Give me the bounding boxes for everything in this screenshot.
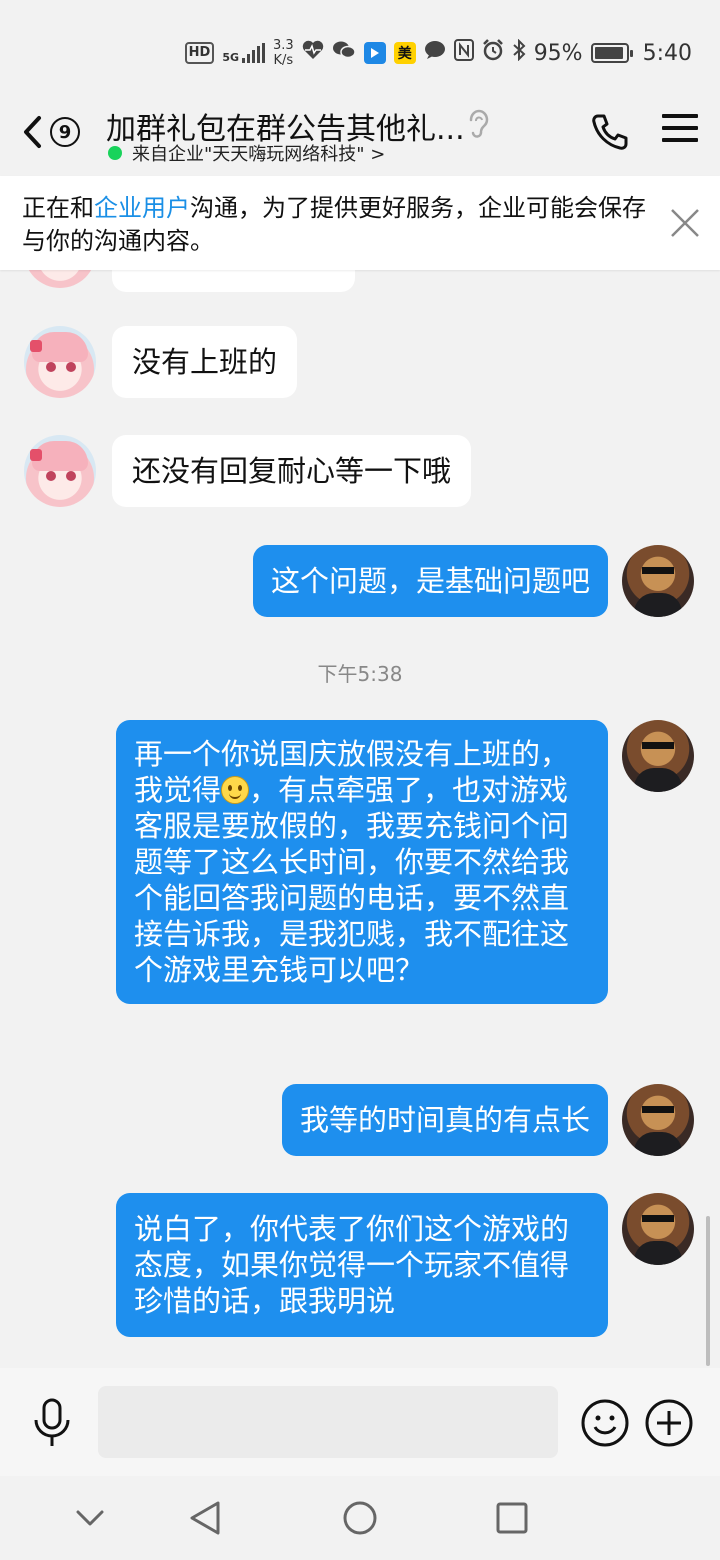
microphone-icon [34,1398,70,1446]
hide-nav-button[interactable] [70,1498,110,1538]
message-bubble-incoming[interactable]: 没有上班的 [112,326,298,398]
message-timestamp: 下午5:38 [317,662,403,686]
recents-nav-button[interactable] [492,1498,532,1538]
speed-value: 3.3 [273,38,294,53]
speed-unit: K/s [273,53,294,68]
meituan-icon: 美 [393,42,416,64]
app-notification-icon [363,42,386,64]
phone-icon [592,114,628,150]
square-recents-icon [496,1502,528,1534]
message-bubble-outgoing[interactable]: 说白了，你代表了你们这个游戏的态度，如果你觉得一个玩家不值得珍惜的话，跟我明说 [116,1193,608,1337]
circle-home-icon [343,1501,377,1535]
network-speed: 3.3 K/s [273,38,294,68]
avatar[interactable] [622,1193,694,1265]
avatar[interactable] [24,435,96,507]
enterprise-user-link[interactable]: 企业用户 [94,194,190,222]
message-input[interactable] [98,1386,558,1458]
wechat-icon [332,40,356,66]
message-bubble-incoming[interactable]: 还没有回复耐心等一下哦 [112,435,472,507]
notice-text: 正在和企业用户沟通，为了提供更好服务，企业可能会保存与你的沟通内容。 [22,194,646,255]
enterprise-subtitle[interactable]: 来自企业"天天嗨玩网络科技" > [108,140,385,166]
chat-header: 9 加群礼包在群公告其他礼... 来自企业"天天嗨玩网络科技" > [0,100,720,176]
heart-rate-icon [302,40,324,66]
close-notice-button[interactable] [668,206,702,244]
emoji-button[interactable] [580,1398,630,1448]
unread-count-badge: 9 [50,117,80,147]
scrollbar[interactable] [706,1216,710,1366]
battery-icon [590,43,633,63]
status-bar: HD 5G 3.3 K/s 美 95% 5:40 [0,0,720,100]
enterprise-label: 来自企业"天天嗨玩网络科技" > [132,144,386,165]
ear-icon [466,108,492,142]
input-bar [0,1368,720,1476]
back-arrow-icon [24,116,41,148]
message-bubble-outgoing[interactable]: 我等的时间真的有点长 [281,1084,608,1156]
system-nav-bar [0,1476,720,1560]
avatar[interactable] [622,720,694,792]
call-button[interactable] [590,112,630,152]
chevron-down-icon [76,1510,104,1526]
close-icon [671,209,699,237]
avatar[interactable] [24,326,96,398]
voice-input-button[interactable] [30,1398,74,1448]
bluetooth-icon [512,38,526,67]
more-actions-button[interactable] [644,1398,694,1448]
triangle-back-icon [190,1501,220,1535]
alarm-icon [482,39,504,67]
clock: 5:40 [642,40,692,66]
smiley-icon [581,1399,629,1447]
avatar[interactable] [622,1084,694,1156]
message-bubble-outgoing[interactable]: 这个问题，是基础问题吧 [252,545,608,617]
message-list[interactable]: 因为国庆放假呀 没有上班的 还没有回复耐心等一下哦 这个问题，是基础问题吧 下午… [0,176,720,1366]
back-button[interactable]: 9 [22,112,94,152]
hd-indicator: HD [184,42,215,64]
chat-bubble-icon [424,40,446,66]
smile-emoji-icon [221,776,250,804]
plus-circle-icon [645,1399,693,1447]
signal-icon: 5G [222,43,265,63]
online-status-dot [108,146,122,160]
battery-percent: 95% [533,40,583,66]
avatar[interactable] [622,545,694,617]
more-menu-button[interactable] [662,114,698,150]
enterprise-notice-banner: 正在和企业用户沟通，为了提供更好服务，企业可能会保存与你的沟通内容。 [0,176,720,270]
back-nav-button[interactable] [186,1498,226,1538]
home-nav-button[interactable] [340,1498,380,1538]
nfc-icon [453,39,474,67]
message-bubble-outgoing[interactable]: 再一个你说国庆放假没有上班的，我觉得 ，有点牵强了，也对游戏客服是要放假的，我要充… [116,720,608,1004]
